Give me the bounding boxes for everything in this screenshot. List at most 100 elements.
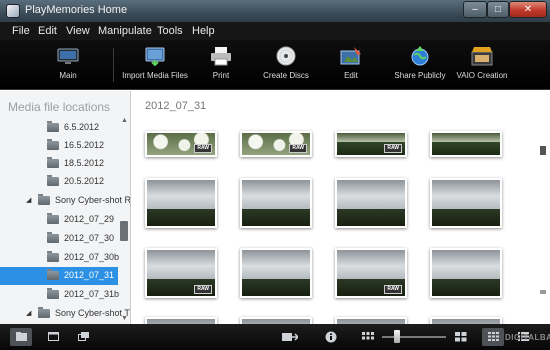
folder-view-button[interactable]	[10, 328, 32, 346]
menu-file[interactable]: File	[12, 25, 30, 37]
share-publicly-button[interactable]: Share Publicly	[390, 40, 450, 90]
photo-thumbnail[interactable]: RAW	[240, 131, 312, 157]
photo-thumbnail[interactable]: RAW	[335, 248, 407, 298]
sidebar-scroll-down-icon[interactable]: ▼	[119, 315, 130, 323]
tree-item-folder[interactable]: 16.5.2012	[0, 137, 118, 155]
vaio-creation-button[interactable]: VAIO Creation	[454, 40, 510, 90]
photo-thumbnail[interactable]	[145, 317, 217, 324]
main-scrollbar-thumb[interactable]	[540, 146, 546, 155]
menu-tools[interactable]: Tools	[157, 25, 183, 37]
window-title: PlayMemories Home	[25, 4, 128, 16]
menu-manipulate[interactable]: Manipulate	[98, 25, 152, 37]
sidebar-scrollbar-thumb[interactable]	[120, 221, 128, 241]
thumbnail-size-slider-handle[interactable]	[394, 330, 400, 343]
share-publicly-label: Share Publicly	[394, 71, 446, 80]
tree-item-folder-selected[interactable]: 2012_07_31	[0, 267, 118, 285]
folder-icon	[47, 232, 59, 243]
photo-thumbnail[interactable]	[335, 178, 407, 228]
tree-item-label: 2012_07_30b	[64, 252, 120, 262]
main-scrollbar-marker[interactable]	[540, 290, 546, 294]
raw-badge: RAW	[384, 144, 402, 153]
sidebar-title: Media file locations	[8, 100, 111, 114]
main-label: Main	[59, 71, 77, 80]
camera-folder-icon	[38, 194, 50, 205]
tree-item-folder[interactable]: 2012_07_30b	[0, 249, 120, 267]
tree-item-folder[interactable]: 2012_07_31b	[0, 286, 120, 304]
maximize-button[interactable]: □	[487, 1, 509, 18]
small-thumbnails-icon[interactable]	[362, 331, 374, 343]
edit-label: Edit	[344, 71, 358, 80]
tree-item-device[interactable]: ◢ Sony Cyber-shot RX:	[0, 192, 130, 210]
create-discs-button[interactable]: Create Discs	[258, 40, 314, 90]
tree-item-label: 2012_07_29	[64, 214, 115, 224]
thumbnail-size-slider[interactable]	[382, 336, 446, 338]
close-button[interactable]: ✕	[509, 1, 547, 18]
raw-badge: RAW	[384, 285, 402, 294]
raw-badge: RAW	[289, 144, 307, 153]
collapse-arrow-icon[interactable]: ◢	[26, 196, 31, 204]
main-button[interactable]: Main	[38, 40, 98, 90]
calendar-view-icon	[48, 332, 59, 341]
tree-item-label: 18.5.2012	[64, 158, 105, 168]
photo-thumbnail[interactable]	[240, 317, 312, 324]
photo-thumbnail[interactable]	[335, 317, 407, 324]
raw-badge: RAW	[194, 144, 212, 153]
tree-item-folder[interactable]: 20.5.2012	[0, 173, 118, 191]
collapse-arrow-icon[interactable]: ◢	[26, 309, 31, 317]
toolbar: Main Import Media Files Print Create Dis…	[0, 40, 550, 90]
tree-item-folder[interactable]: 2012_07_30	[0, 230, 118, 248]
folder-icon	[47, 139, 59, 150]
photo-thumbnail[interactable]	[240, 178, 312, 228]
raw-badge: RAW	[194, 285, 212, 294]
photo-thumbnail[interactable]	[145, 178, 217, 228]
share-icon	[411, 46, 429, 66]
send-to-device-icon[interactable]	[282, 331, 300, 343]
import-media-label: Import Media Files	[122, 71, 188, 80]
event-view-button[interactable]	[72, 328, 94, 346]
photo-thumbnail[interactable]	[240, 248, 312, 298]
folder-icon	[47, 175, 59, 186]
tree-item-folder[interactable]: 2012_07_29	[0, 211, 118, 229]
print-button[interactable]: Print	[196, 40, 246, 90]
tree-item-label: 6.5.2012	[64, 122, 100, 132]
edit-button[interactable]: Edit	[330, 40, 372, 90]
calendar-view-button[interactable]	[42, 328, 64, 346]
tree-item-label: Sony Cyber-shot RX:	[55, 195, 131, 205]
large-thumbnails-icon[interactable]	[455, 331, 467, 343]
menu-bar: File Edit View Manipulate Tools Help	[0, 22, 550, 40]
photo-thumbnail[interactable]	[430, 317, 502, 324]
menu-view[interactable]: View	[66, 25, 90, 37]
minimize-button[interactable]: –	[463, 1, 487, 18]
tree-item-label: 2012_07_31b	[64, 289, 120, 299]
disc-icon	[276, 46, 296, 66]
sidebar-scroll-up-icon[interactable]: ▲	[119, 117, 130, 125]
import-media-button[interactable]: Import Media Files	[120, 40, 190, 90]
tree-item-device[interactable]: ◢ Sony Cyber-shot TX	[0, 305, 130, 323]
playmemories-window: PlayMemories Home – □ ✕ File Edit View M…	[0, 0, 550, 350]
create-discs-label: Create Discs	[263, 71, 309, 80]
event-view-icon	[78, 332, 89, 341]
edit-icon	[340, 47, 361, 65]
photo-thumbnail[interactable]: RAW	[335, 131, 407, 157]
grid-view-icon	[488, 332, 499, 341]
folder-icon	[47, 121, 59, 132]
tree-item-folder[interactable]: 6.5.2012	[0, 119, 118, 137]
folder-icon	[47, 251, 59, 262]
folder-icon	[47, 157, 59, 168]
photo-thumbnail[interactable]: RAW	[145, 248, 217, 298]
camera-folder-icon	[38, 307, 50, 318]
menu-help[interactable]: Help	[192, 25, 215, 37]
info-icon[interactable]	[325, 331, 337, 343]
tree-item-label: 20.5.2012	[64, 176, 105, 186]
tree-item-folder[interactable]: 18.5.2012	[0, 155, 118, 173]
app-icon	[6, 4, 20, 18]
thumbnail-view: 2012_07_31 RAW RAW RAW RAW RAW	[132, 91, 538, 324]
vaio-creation-icon	[471, 47, 493, 66]
photo-thumbnail[interactable]	[430, 131, 502, 157]
photo-thumbnail[interactable]: RAW	[145, 131, 217, 157]
photo-thumbnail[interactable]	[430, 178, 502, 228]
menu-edit[interactable]: Edit	[38, 25, 57, 37]
tree-item-label: 2012_07_30	[64, 233, 115, 243]
grid-view-button[interactable]	[482, 328, 504, 346]
photo-thumbnail[interactable]	[430, 248, 502, 298]
